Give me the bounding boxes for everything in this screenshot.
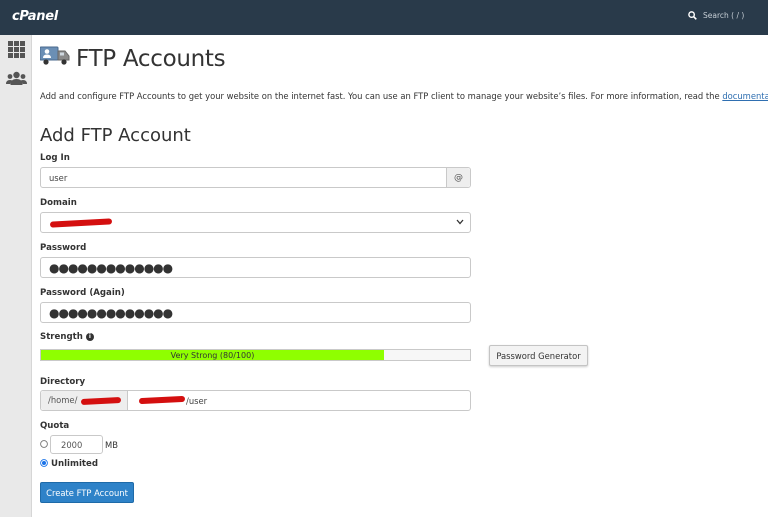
users-icon [6, 71, 27, 85]
page-description-text: Add and configure FTP Accounts to get yo… [40, 91, 720, 101]
sidebar-item-users[interactable] [6, 69, 27, 88]
main-content: FTP Accounts Add and configure FTP Accou… [32, 35, 768, 517]
quota-unlimited-radio[interactable] [40, 459, 48, 467]
directory-field: /home/ [40, 390, 557, 411]
create-ftp-account-button[interactable]: Create FTP Account [40, 482, 134, 503]
password-field [40, 257, 471, 278]
search-icon [688, 11, 697, 20]
page-description: Add and configure FTP Accounts to get yo… [40, 91, 768, 101]
strength-label: Strength [40, 332, 83, 342]
directory-input[interactable] [128, 391, 557, 410]
ftp-truck-icon [39, 46, 71, 69]
grid-icon [8, 41, 25, 58]
password-again-input[interactable] [41, 303, 470, 322]
cpanel-logo[interactable]: cPanel [12, 9, 58, 24]
password-again-label: Password (Again) [40, 288, 125, 298]
login-input[interactable] [41, 168, 470, 187]
at-sign-addon: @ [446, 168, 470, 187]
strength-meter-text: Very Strong (80/100) [170, 351, 255, 360]
strength-meter: Very Strong (80/100) [40, 349, 471, 361]
search-input[interactable] [703, 11, 768, 20]
password-label: Password [40, 243, 87, 253]
domain-field [40, 212, 471, 233]
quota-unit-label: MB [105, 440, 118, 450]
domain-label: Domain [40, 198, 77, 208]
password-input[interactable] [41, 258, 470, 277]
search-box[interactable] [688, 11, 768, 20]
section-title: Add FTP Account [40, 125, 191, 146]
sidebar [0, 35, 32, 517]
login-label: Log In [40, 153, 70, 163]
password-again-field [40, 302, 471, 323]
page-title: FTP Accounts [76, 46, 226, 72]
unlimited-label: Unlimited [51, 459, 98, 469]
strength-label-row: Strength i [40, 332, 94, 342]
quota-limited-radio[interactable] [40, 440, 48, 448]
documentation-link[interactable]: documentation [722, 91, 768, 101]
login-field: @ [40, 167, 471, 188]
top-bar: cPanel [0, 0, 768, 35]
info-icon[interactable]: i [85, 332, 94, 341]
password-generator-button[interactable]: Password Generator [489, 345, 588, 366]
sidebar-item-tools[interactable] [7, 40, 26, 59]
quota-label: Quota [40, 421, 70, 431]
directory-label: Directory [40, 377, 86, 387]
quota-input[interactable] [50, 435, 103, 454]
